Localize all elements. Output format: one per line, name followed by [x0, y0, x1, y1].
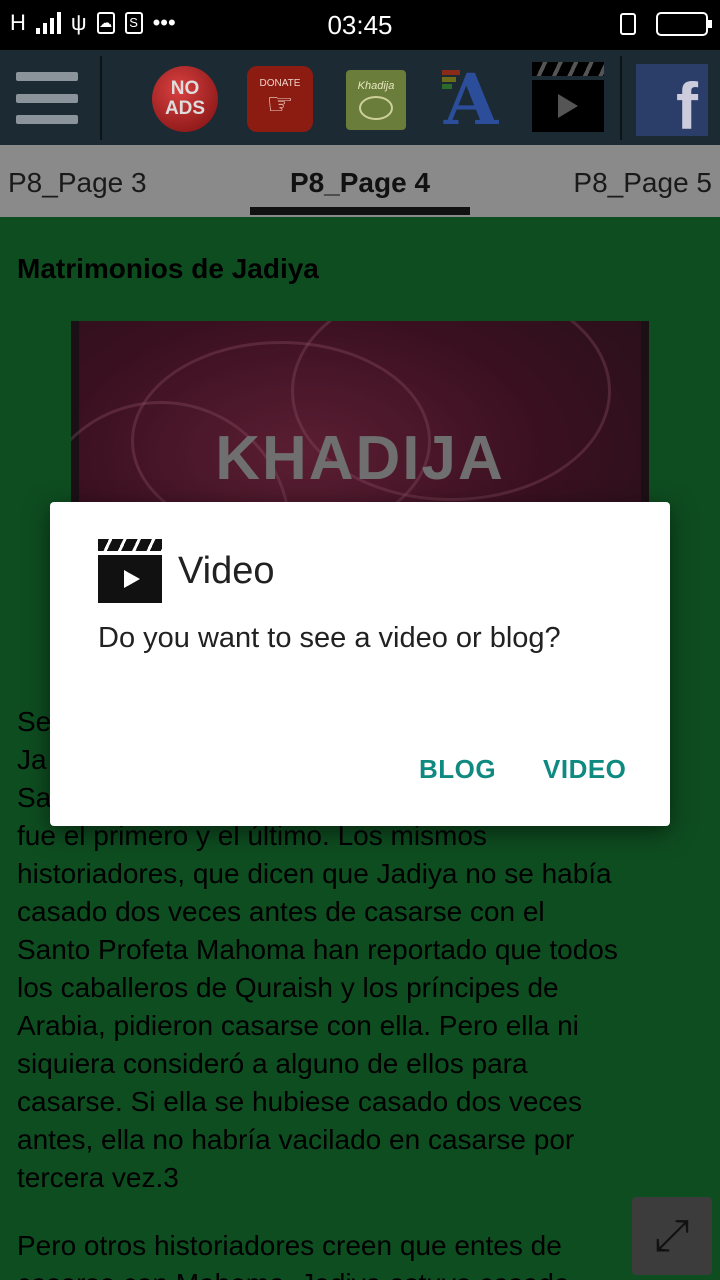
expand-icon: ⤢: [654, 1211, 690, 1260]
toolbar-divider: [100, 56, 102, 140]
donate-label: DONATE: [259, 77, 301, 89]
calligraphy-emblem-icon: [359, 96, 393, 120]
no-ads-line1: NO: [170, 78, 200, 99]
facebook-button[interactable]: f: [636, 64, 708, 143]
tab-active[interactable]: P8_Page 4: [250, 167, 470, 199]
paragraph-line: casado dos veces antes de casarse con el: [17, 896, 545, 927]
paragraph-line: Santo Profeta Mahoma han reportado que t…: [17, 934, 618, 965]
tab-prev[interactable]: P8_Page 3: [8, 167, 147, 199]
status-bar: H ψ ☁ S ••• 03:45: [0, 0, 720, 50]
paragraph-line: historiadores, que dicen que Jadiya no s…: [17, 858, 612, 889]
paragraph-line: Arabia, pidieron casarse con ella. Pero …: [17, 1010, 579, 1041]
vibrate-icon: [620, 13, 636, 35]
status-right: [620, 12, 712, 36]
battery-icon: [656, 12, 712, 36]
paragraph-line: casarse con Mahoma, Jadiya estuvo casada: [17, 1265, 717, 1280]
tab-next[interactable]: P8_Page 5: [573, 167, 712, 199]
no-ads-line2: ADS: [164, 98, 206, 119]
paragraph-line: los caballeros de Quraish y los príncipe…: [17, 972, 559, 1003]
toolbar-divider: [620, 56, 622, 140]
color-bars-icon: [442, 70, 460, 89]
hand-pointer-icon: ☞: [266, 87, 294, 121]
article-title: Matrimonios de Jadiya: [17, 253, 319, 284]
khadija-label: Khadija: [357, 80, 395, 92]
dialog-title: Video: [178, 550, 275, 592]
no-ads-button[interactable]: NO ADS: [152, 66, 218, 132]
paragraph-line: Pero otros historiadores creen que entes…: [17, 1230, 562, 1261]
paragraph-line: tercera vez.3: [17, 1162, 179, 1193]
video-button[interactable]: [532, 62, 604, 134]
video-dialog: Video Do you want to see a video or blog…: [50, 502, 670, 826]
status-time: 03:45: [327, 10, 393, 40]
menu-icon[interactable]: [16, 72, 78, 124]
tab-indicator: [250, 207, 470, 215]
page-tabs: P8_Page 3 P8_Page 4 P8_Page 5: [0, 145, 720, 217]
paragraph-line: antes, ella no habría vacilado en casars…: [17, 1124, 575, 1155]
clapperboard-icon: [98, 539, 162, 603]
fullscreen-button[interactable]: ⤢: [632, 1197, 712, 1275]
khadija-app-button[interactable]: Khadija: [346, 70, 406, 130]
dialog-message: Do you want to see a video or blog?: [98, 622, 561, 654]
paragraph-line: siquiera consideró a alguno de ellos par…: [17, 1048, 528, 1079]
video-button[interactable]: VIDEO: [543, 754, 626, 785]
app-toolbar: NO ADS DONATE ☞ Khadija A f: [0, 50, 720, 145]
image-logo-text: KHADIJA: [215, 424, 505, 493]
font-size-button[interactable]: A: [438, 58, 504, 141]
facebook-icon: f: [676, 69, 698, 143]
paragraph-line: casarse. Si ella se hubiese casado dos v…: [17, 1086, 582, 1117]
donate-button[interactable]: DONATE ☞: [247, 66, 313, 132]
blog-button[interactable]: BLOG: [419, 754, 496, 785]
article-paragraph-2: Pero otros historiadores creen que entes…: [17, 1227, 717, 1280]
